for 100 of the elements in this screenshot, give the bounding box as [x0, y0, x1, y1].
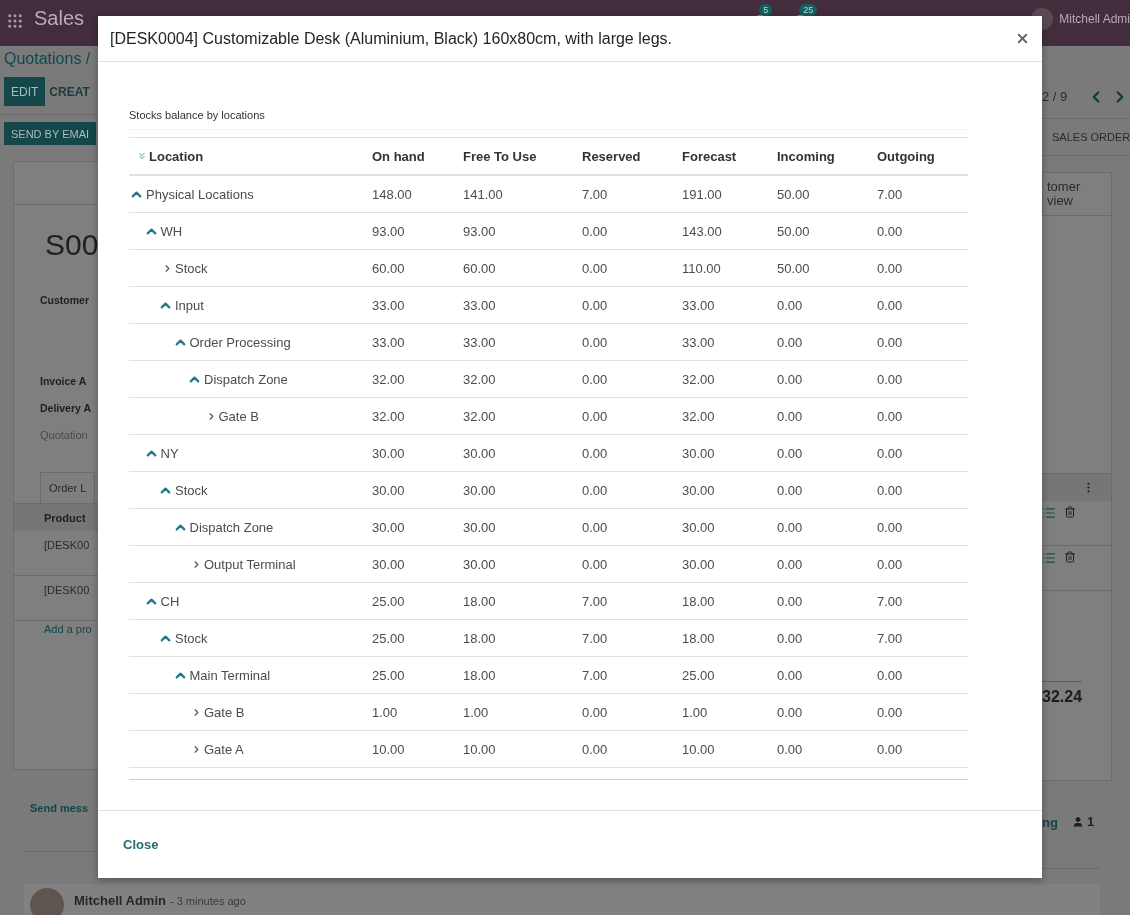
- table-cell: 18.00: [463, 656, 582, 694]
- column-header: Free To Use: [463, 148, 537, 164]
- breadcrumb[interactable]: Quotations /: [4, 50, 98, 68]
- table-cell: 33.00: [372, 286, 463, 324]
- table-cell: 30.00: [463, 434, 582, 472]
- table-cell: 7.00: [582, 175, 682, 213]
- send-email-button[interactable]: SEND BY EMAI: [4, 122, 97, 145]
- table-cell: 0.00: [777, 286, 877, 324]
- order-lines-tab[interactable]: Order L: [40, 472, 96, 503]
- table-cell: 18.00: [682, 619, 777, 657]
- app-name: Sales: [34, 7, 85, 30]
- close-button[interactable]: Close: [123, 837, 159, 852]
- table-cell: 0.00: [777, 397, 877, 435]
- section-title: Stocks balance by locations: [129, 109, 968, 130]
- location-name: CH: [160, 593, 180, 609]
- table-cell: 10.00: [372, 730, 463, 768]
- table-cell: 148.00: [372, 175, 463, 213]
- location-name: Gate A: [204, 741, 244, 757]
- location-name: Input: [175, 297, 204, 313]
- table-cell: 0.00: [877, 249, 968, 287]
- table-cell: 0.00: [582, 212, 682, 250]
- location-name: Gate B: [218, 408, 259, 424]
- table-cell: 33.00: [372, 323, 463, 361]
- location-name: Stock: [175, 630, 208, 646]
- table-cell: 25.00: [372, 656, 463, 694]
- table-cell: 7.00: [582, 656, 682, 694]
- status-stage[interactable]: SALES ORDER: [1042, 128, 1130, 146]
- column-header: Product: [44, 510, 86, 526]
- table-cell: 32.00: [682, 397, 777, 435]
- table-cell: 18.00: [682, 582, 777, 620]
- table-cell: 18.00: [463, 619, 582, 657]
- table-cell: 0.00: [877, 212, 968, 250]
- message-time: - 3 minutes ago: [169, 894, 246, 909]
- table-cell: 0.00: [582, 471, 682, 509]
- table-cell: 7.00: [582, 582, 682, 620]
- close-icon: [1015, 31, 1030, 46]
- table-cell: 0.00: [582, 249, 682, 287]
- table-cell: 0.00: [582, 693, 682, 731]
- add-product-link[interactable]: Add a pro: [44, 623, 92, 635]
- column-header: On hand: [372, 148, 425, 164]
- close-button[interactable]: [1015, 31, 1030, 46]
- table-cell: 0.00: [777, 619, 877, 657]
- table-cell: 0.00: [877, 360, 968, 398]
- user-icon: [1071, 816, 1084, 828]
- count-badge: 5: [759, 4, 773, 16]
- table-cell: 93.00: [372, 212, 463, 250]
- table-cell: 32.00: [682, 360, 777, 398]
- send-message-link[interactable]: Send mess: [30, 802, 89, 814]
- column-header: Outgoing: [877, 148, 935, 164]
- table-cell: 191.00: [682, 175, 777, 213]
- location-name: Output Terminal: [204, 556, 296, 572]
- avatar: [30, 888, 64, 915]
- location-name: NY: [160, 445, 179, 461]
- table-cell: 0.00: [777, 434, 877, 472]
- table-cell: 0.00: [877, 693, 968, 731]
- table-cell: 93.00: [463, 212, 582, 250]
- table-cell: 32.00: [372, 360, 463, 398]
- table-cell: 7.00: [877, 582, 968, 620]
- table-cell: 30.00: [682, 471, 777, 509]
- table-cell: 0.00: [877, 286, 968, 324]
- table-cell: 0.00: [877, 730, 968, 768]
- location-name: Dispatch Zone: [189, 519, 274, 535]
- table-cell: 32.00: [372, 397, 463, 435]
- table-cell-text: [DESK00: [44, 583, 90, 598]
- location-name: Order Processing: [189, 334, 291, 350]
- table-cell: 0.00: [877, 471, 968, 509]
- table-cell: 18.00: [463, 582, 582, 620]
- table-cell: 0.00: [777, 545, 877, 583]
- table-cell: 110.00: [682, 249, 777, 287]
- location-name: WH: [160, 223, 183, 239]
- table-cell: 0.00: [777, 693, 877, 731]
- edit-button[interactable]: EDIT: [4, 77, 46, 106]
- user-name[interactable]: Mitchell Admi: [1059, 12, 1130, 26]
- trash-icon[interactable]: [1064, 551, 1076, 563]
- table-cell-text: [DESK00: [44, 538, 90, 553]
- table-cell: 7.00: [877, 175, 968, 213]
- table-cell: 50.00: [777, 249, 877, 287]
- table-cell: 30.00: [463, 545, 582, 583]
- follower-count[interactable]: 1: [1086, 813, 1095, 831]
- column-header: Forecast: [682, 148, 737, 164]
- location-name: Dispatch Zone: [204, 371, 288, 387]
- location-name: Physical Locations: [146, 186, 254, 202]
- trash-icon[interactable]: [1064, 506, 1076, 518]
- column-header: Reserved: [582, 148, 641, 164]
- table-cell: 0.00: [877, 508, 968, 546]
- create-button[interactable]: CREAT: [49, 77, 90, 106]
- table-cell: 30.00: [463, 508, 582, 546]
- pager: 2 / 9: [1042, 88, 1068, 106]
- table-cell: 0.00: [582, 434, 682, 472]
- table-cell: 32.00: [463, 360, 582, 398]
- table-cell: 0.00: [777, 508, 877, 546]
- table-cell: 1.00: [372, 693, 463, 731]
- table-cell: 0.00: [582, 508, 682, 546]
- field-label: Invoice A: [39, 374, 88, 389]
- apps-menu-icon[interactable]: [6, 12, 24, 30]
- table-cell: 0.00: [777, 582, 877, 620]
- table-cell: 30.00: [463, 471, 582, 509]
- following-link[interactable]: ng: [1042, 814, 1058, 830]
- table-cell: 0.00: [582, 397, 682, 435]
- table-cell: 10.00: [463, 730, 582, 768]
